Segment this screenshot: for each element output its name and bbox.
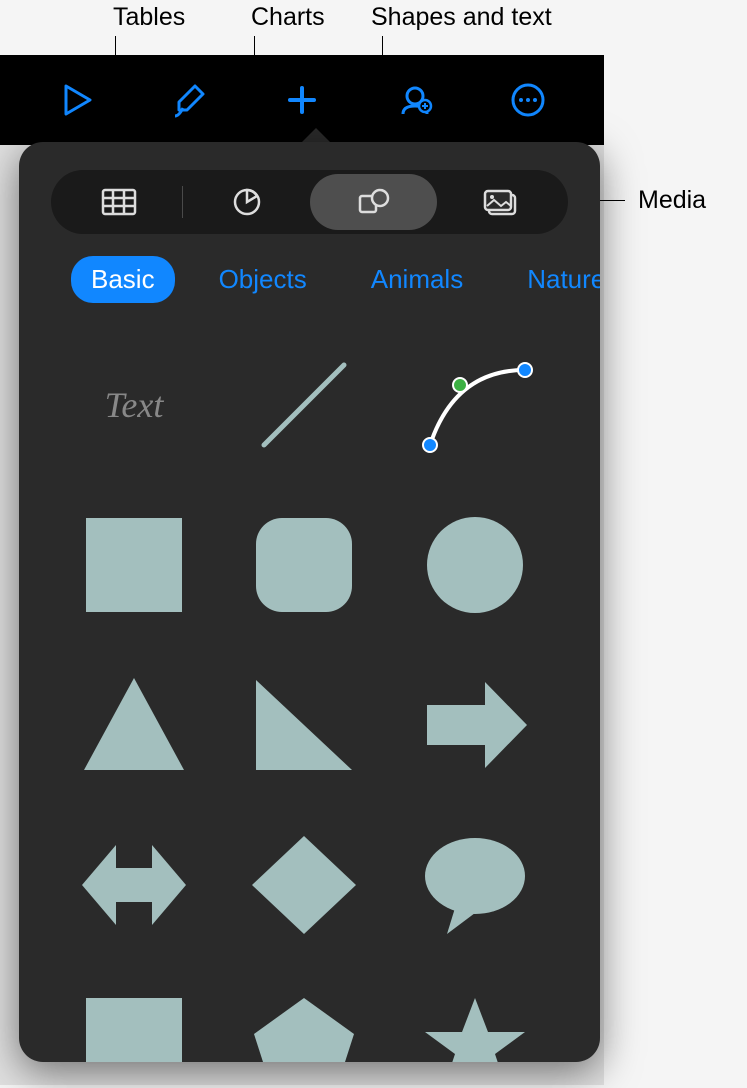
callout-media: Media [638, 186, 706, 215]
shape-triangle[interactable] [69, 665, 199, 785]
shape-diamond[interactable] [239, 825, 369, 945]
shape-double-arrow[interactable] [69, 825, 199, 945]
shape-square[interactable] [69, 505, 199, 625]
more-button[interactable] [507, 79, 549, 121]
insert-popover: Basic Objects Animals Nature Text [19, 142, 600, 1062]
shapes-icon [354, 186, 394, 218]
collaborate-button[interactable] [394, 79, 436, 121]
shape-curve[interactable] [410, 345, 540, 465]
callout-tables: Tables [113, 3, 185, 32]
segment-shapes[interactable] [310, 174, 437, 230]
shape-right-triangle[interactable] [239, 665, 369, 785]
shape-star[interactable] [410, 985, 540, 1062]
callout-shapes-text: Shapes and text [371, 3, 552, 32]
category-objects[interactable]: Objects [199, 256, 327, 303]
insert-type-segments [51, 170, 568, 234]
chart-icon [227, 186, 267, 218]
table-icon [99, 186, 139, 218]
shape-arrow-right[interactable] [410, 665, 540, 785]
shape-rect-callout[interactable] [69, 985, 199, 1062]
shape-line[interactable] [239, 345, 369, 465]
text-shape-label: Text [105, 384, 164, 426]
shape-text[interactable]: Text [69, 345, 199, 465]
callout-charts: Charts [251, 3, 325, 32]
play-button[interactable] [55, 79, 97, 121]
category-nature[interactable]: Nature [507, 256, 600, 303]
segment-charts[interactable] [183, 174, 310, 230]
segment-media[interactable] [437, 174, 564, 230]
media-icon [481, 186, 521, 218]
category-basic[interactable]: Basic [71, 256, 175, 303]
insert-button[interactable] [281, 79, 323, 121]
category-animals[interactable]: Animals [351, 256, 483, 303]
shape-pentagon[interactable] [239, 985, 369, 1062]
shape-circle[interactable] [410, 505, 540, 625]
shape-category-row: Basic Objects Animals Nature [19, 234, 600, 321]
format-brush-button[interactable] [168, 79, 210, 121]
shape-speech-bubble[interactable] [410, 825, 540, 945]
shape-rounded-square[interactable] [239, 505, 369, 625]
segment-tables[interactable] [55, 174, 182, 230]
shapes-grid: Text [19, 321, 600, 1062]
